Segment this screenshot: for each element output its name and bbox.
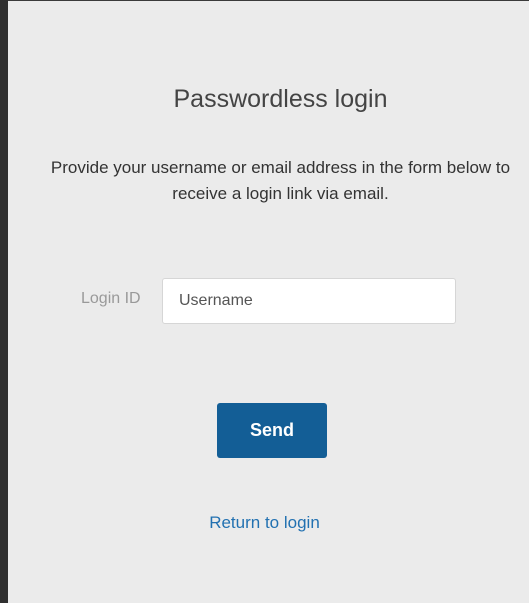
send-button[interactable]: Send	[217, 403, 327, 458]
login-id-label: Login ID	[81, 290, 141, 307]
return-to-login-link[interactable]: Return to login	[0, 513, 529, 533]
page-title: Passwordless login	[173, 85, 388, 113]
login-id-row: Login ID	[8, 278, 529, 324]
login-id-input[interactable]	[162, 278, 456, 324]
login-window: Passwordless login Provide your username…	[0, 0, 529, 603]
page-description: Provide your username or email address i…	[50, 158, 511, 203]
